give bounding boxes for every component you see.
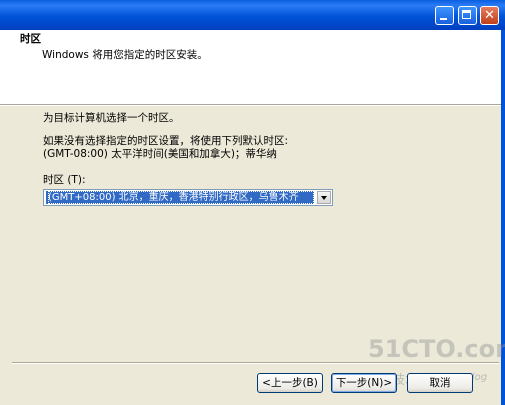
header-divider-highlight xyxy=(0,105,501,106)
wizard-header xyxy=(0,30,501,104)
page-subtitle: Windows 将用您指定的时区安装。 xyxy=(42,49,208,61)
cancel-button[interactable]: 取消 xyxy=(407,373,473,393)
maximize-icon xyxy=(462,10,471,19)
instruction-text: 为目标计算机选择一个时区。 xyxy=(43,112,180,124)
minimize-icon xyxy=(440,18,447,20)
page-title: 时区 xyxy=(20,33,41,45)
default-note-line2: (GMT-08:00) 太平洋时间(美国和加拿大)；蒂华纳 xyxy=(43,148,277,160)
chevron-down-icon[interactable] xyxy=(317,191,331,204)
close-icon: ✕ xyxy=(484,8,495,23)
timezone-label: 时区 (T): xyxy=(43,174,86,186)
next-button[interactable]: 下一步(N)> xyxy=(331,373,397,393)
timezone-selected-value[interactable]: (GMT+08:00) 北京，重庆，香港特别行政区，乌鲁木齐 xyxy=(46,191,314,204)
maximize-button[interactable] xyxy=(458,6,477,25)
close-button[interactable]: ✕ xyxy=(480,6,499,25)
back-button[interactable]: <上一步(B) xyxy=(257,373,323,393)
footer-divider-highlight xyxy=(12,363,499,364)
title-bar: ✕ xyxy=(0,0,505,30)
minimize-button[interactable] xyxy=(435,6,454,25)
timezone-select[interactable]: (GMT+08:00) 北京，重庆，香港特别行政区，乌鲁木齐 xyxy=(43,189,333,206)
watermark-logo: 51CTO.com xyxy=(368,335,505,363)
timezone-value-text: (GMT+08:00) 北京，重庆，香港特别行政区，乌鲁木齐 xyxy=(48,191,314,204)
